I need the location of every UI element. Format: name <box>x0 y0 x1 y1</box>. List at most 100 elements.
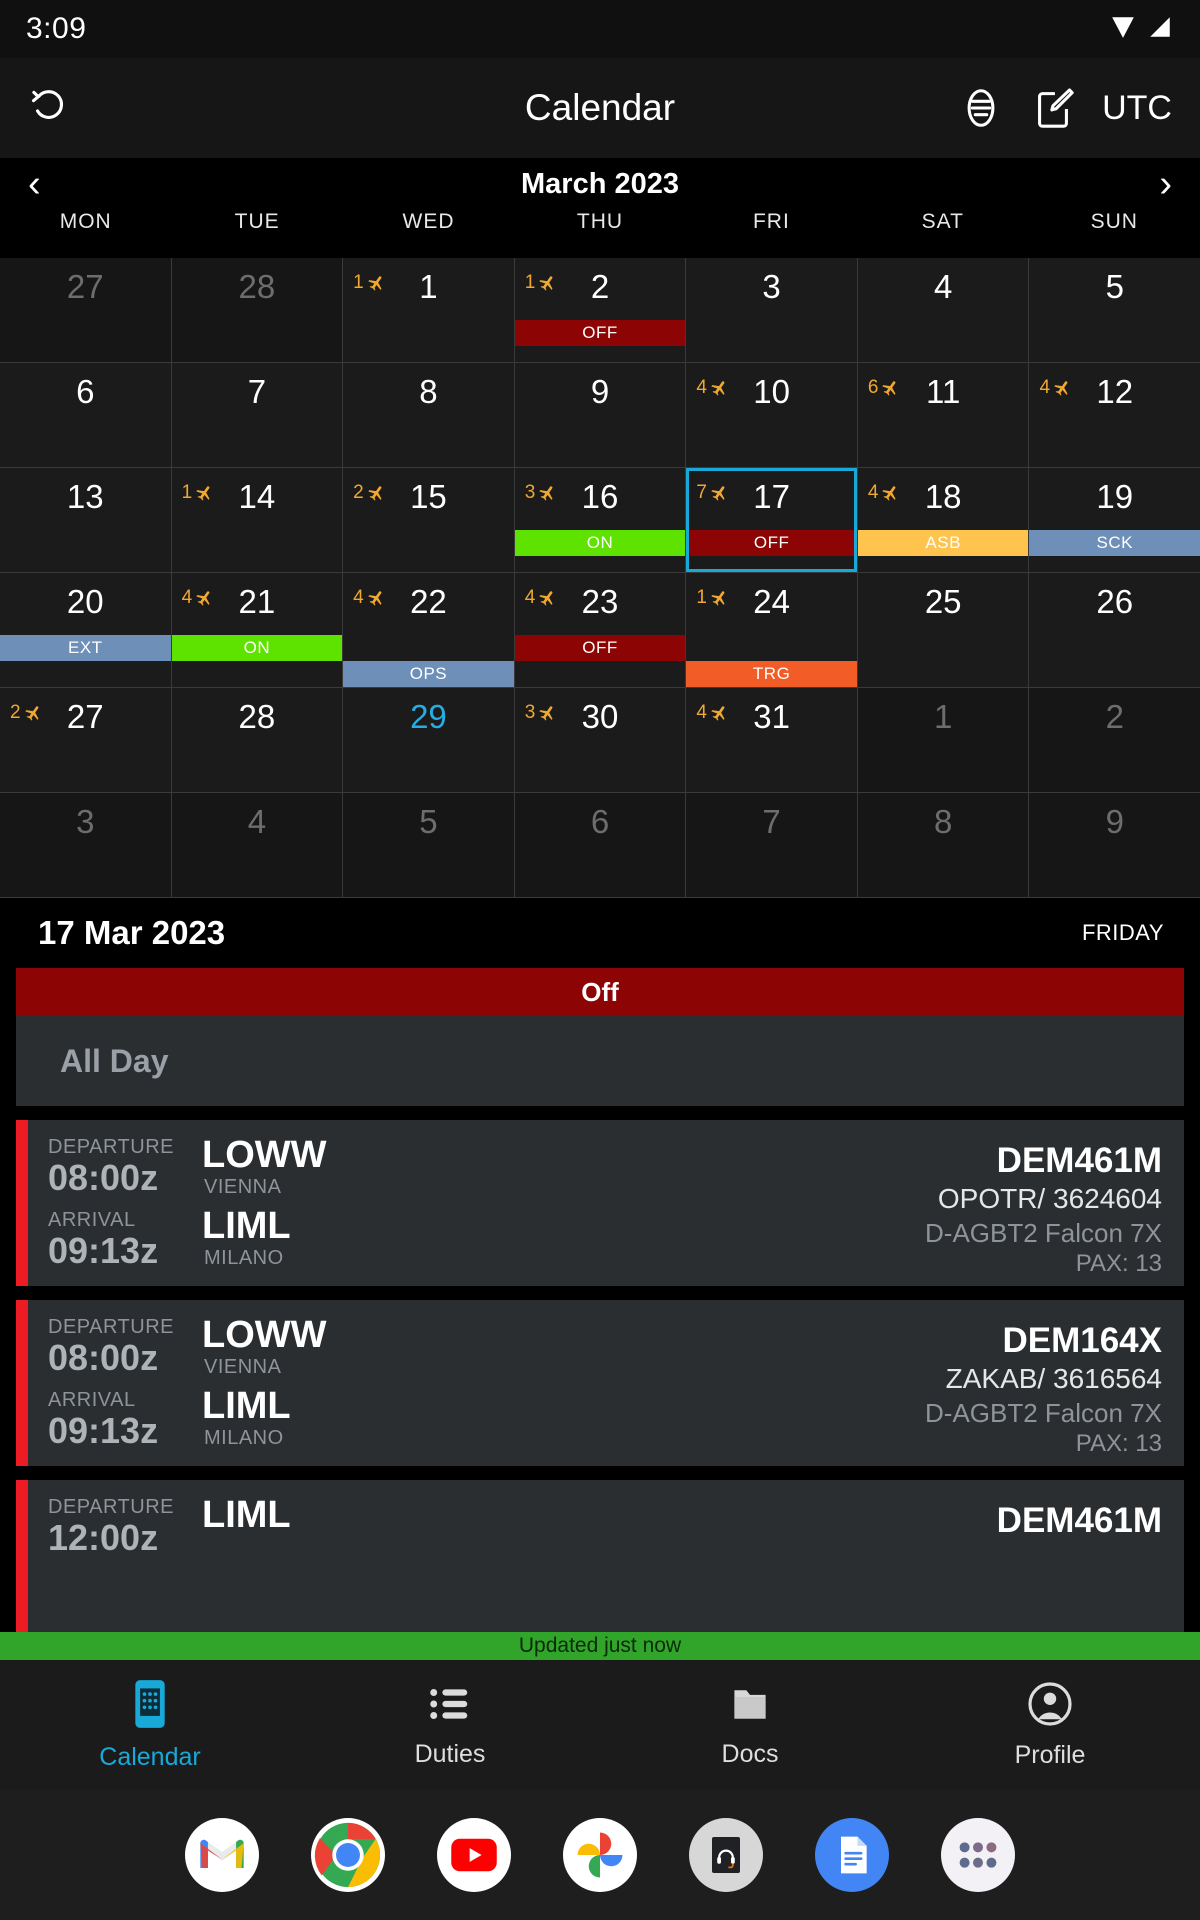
duty-badge-ops[interactable]: OPS <box>343 661 514 687</box>
flight-status-stripe <box>16 1300 28 1466</box>
calendar-day-cell[interactable]: 3 <box>686 258 858 362</box>
flight-card[interactable]: DEPARTURE 08:00z ARRIVAL 09:13z LOWW VIENNA LI… <box>16 1120 1184 1286</box>
duty-badge-sck[interactable]: SCK <box>1029 530 1200 556</box>
flight-meta: DEM164X ZAKAB/ 3616564 D-AGBT2 Falcon 7X PA… <box>925 1300 1184 1466</box>
edit-icon[interactable] <box>1030 85 1076 131</box>
refresh-icon[interactable] <box>28 86 72 130</box>
day-number: 9 <box>1105 803 1124 840</box>
calendar-day-cell[interactable]: 3 16 ON <box>514 468 687 572</box>
calendar-day-cell[interactable]: 27 <box>0 258 172 362</box>
calendar-day-cell[interactable]: 25 <box>857 573 1030 687</box>
airplane-icon <box>710 587 730 607</box>
duty-badge-ext[interactable]: EXT <box>0 635 171 661</box>
chevron-right-icon[interactable]: › <box>1159 165 1172 203</box>
support-headset-icon[interactable] <box>689 1818 763 1892</box>
duty-badge-trg[interactable]: TRG <box>686 661 857 687</box>
departure-time: 08:00z <box>48 1337 159 1378</box>
day-number: 31 <box>753 698 790 735</box>
calendar-day-cell[interactable]: 28 <box>171 258 344 362</box>
calendar-day-cell[interactable]: 4 22 OPS <box>343 573 515 687</box>
google-photos-icon[interactable] <box>563 1818 637 1892</box>
calendar-day-cell[interactable]: 9 <box>1029 793 1200 897</box>
calendar-day-cell[interactable]: 2 27 <box>0 688 172 792</box>
duty-badge-off[interactable]: OFF <box>686 530 857 556</box>
weekday-header-mon: MON <box>59 210 112 233</box>
flight-count-value: 4 <box>181 586 193 608</box>
duty-badge-on[interactable]: ON <box>171 635 343 661</box>
calendar-day-cell[interactable]: 4 18 ASB <box>857 468 1030 572</box>
chrome-icon[interactable] <box>311 1818 385 1892</box>
calendar-day-cell[interactable]: 6 <box>0 363 172 467</box>
flight-times: DEPARTURE 12:00z <box>28 1480 198 1646</box>
status-system-icons <box>1108 14 1174 45</box>
tab-calendar[interactable]: Calendar <box>0 1678 300 1772</box>
calendar-day-cell[interactable]: 4 12 <box>1029 363 1200 467</box>
filter-icon[interactable] <box>958 85 1004 131</box>
calendar-day-cell[interactable]: 13 <box>0 468 172 572</box>
airplane-icon <box>538 482 558 502</box>
duty-badge-asb[interactable]: ASB <box>857 530 1029 556</box>
flight-card[interactable]: DEPARTURE 12:00z LIML DEM461M <box>16 1480 1184 1646</box>
app-drawer-icon[interactable] <box>941 1818 1015 1892</box>
calendar-day-cell[interactable]: 4 <box>857 258 1030 362</box>
calendar-day-cell[interactable]: 1 2 OFF <box>514 258 687 362</box>
calendar-day-cell[interactable]: 7 <box>686 793 858 897</box>
calendar-day-cell[interactable]: 7 17 OFF <box>686 468 858 572</box>
calendar-day-cell[interactable]: 26 <box>1029 573 1200 687</box>
duty-badge-on[interactable]: ON <box>514 530 686 556</box>
calendar-day-cell[interactable]: 7 <box>171 363 344 467</box>
flight-status-stripe <box>16 1120 28 1286</box>
flight-meta: DEM461M <box>997 1480 1184 1646</box>
day-number: 28 <box>238 698 276 735</box>
calendar-day-cell[interactable]: 3 <box>0 793 172 897</box>
calendar-day-cell[interactable]: 8 <box>343 363 515 467</box>
calendar-day-cell[interactable]: 20 EXT <box>0 573 172 687</box>
flight-route: LIML <box>198 1480 997 1646</box>
calendar-day-cell[interactable]: 28 <box>171 688 344 792</box>
tab-profile[interactable]: Profile <box>900 1680 1200 1770</box>
calendar-day-cell[interactable]: 3 30 <box>514 688 687 792</box>
calendar-day-cell[interactable]: 4 10 <box>686 363 858 467</box>
calendar-day-cell[interactable]: 5 <box>343 793 515 897</box>
calendar-day-cell[interactable]: 19 SCK <box>1029 468 1200 572</box>
calendar-day-cell[interactable]: 1 <box>857 688 1030 792</box>
calendar-day-cell[interactable]: 4 31 <box>686 688 858 792</box>
flight-count-badge: 2 <box>10 702 44 722</box>
calendar-day-cell[interactable]: 9 <box>514 363 687 467</box>
calendar-day-cell[interactable]: 29 <box>343 688 515 792</box>
flight-card-list[interactable]: DEPARTURE 08:00z ARRIVAL 09:13z LOWW VIENNA LI… <box>0 1120 1200 1646</box>
duty-badge-off[interactable]: OFF <box>514 320 686 346</box>
calendar-day-cell[interactable]: 6 11 <box>857 363 1030 467</box>
android-dock[interactable] <box>0 1790 1200 1920</box>
duty-badge-off[interactable]: OFF <box>514 635 686 661</box>
calendar-grid[interactable]: 27 28 1 1 1 2 OFF 3 4 5 6 7 8 9 4 10 6 11 4 12 13 1 14 2 15 3 16 ON… <box>0 258 1200 898</box>
weekday-header-row: MON TUE WED THU FRI SAT SUN <box>0 210 1200 258</box>
calendar-day-cell[interactable]: 4 23 OFF <box>514 573 687 687</box>
calendar-day-cell[interactable]: 6 <box>514 793 687 897</box>
calendar-day-cell[interactable]: 1 14 <box>171 468 344 572</box>
calendar-day-cell[interactable]: 8 <box>857 793 1030 897</box>
gmail-icon[interactable] <box>185 1818 259 1892</box>
calendar-day-cell[interactable]: 2 <box>1029 688 1200 792</box>
tab-docs[interactable]: Docs <box>600 1681 900 1769</box>
calendar-day-cell[interactable]: 5 <box>1029 258 1200 362</box>
google-docs-icon[interactable] <box>815 1818 889 1892</box>
airplane-icon <box>710 702 730 722</box>
tab-duties[interactable]: Duties <box>300 1681 600 1769</box>
duty-status-banner[interactable]: Off <box>16 968 1184 1016</box>
timezone-label[interactable]: UTC <box>1102 89 1172 128</box>
youtube-icon[interactable] <box>437 1818 511 1892</box>
calendar-day-cell[interactable]: 11 <box>343 258 515 362</box>
calendar-day-cell[interactable]: 2 15 <box>343 468 515 572</box>
bottom-tab-bar[interactable]: Calendar Duties Docs Profile <box>0 1660 1200 1790</box>
calendar-day-cell[interactable]: 4 <box>171 793 344 897</box>
day-number: 2 <box>1105 698 1124 735</box>
chevron-left-icon[interactable]: ‹ <box>28 165 41 203</box>
calendar-day-cell[interactable]: 1 24 TRG <box>686 573 858 687</box>
flight-card[interactable]: DEPARTURE 08:00z ARRIVAL 09:13z LOWW VIENNA LI… <box>16 1300 1184 1466</box>
all-day-section[interactable]: All Day <box>16 1016 1184 1106</box>
departure-label: DEPARTURE <box>48 1136 175 1158</box>
day-number: 5 <box>419 803 438 840</box>
calendar-day-cell[interactable]: 4 21 ON <box>171 573 344 687</box>
day-number: 1 <box>419 268 438 305</box>
